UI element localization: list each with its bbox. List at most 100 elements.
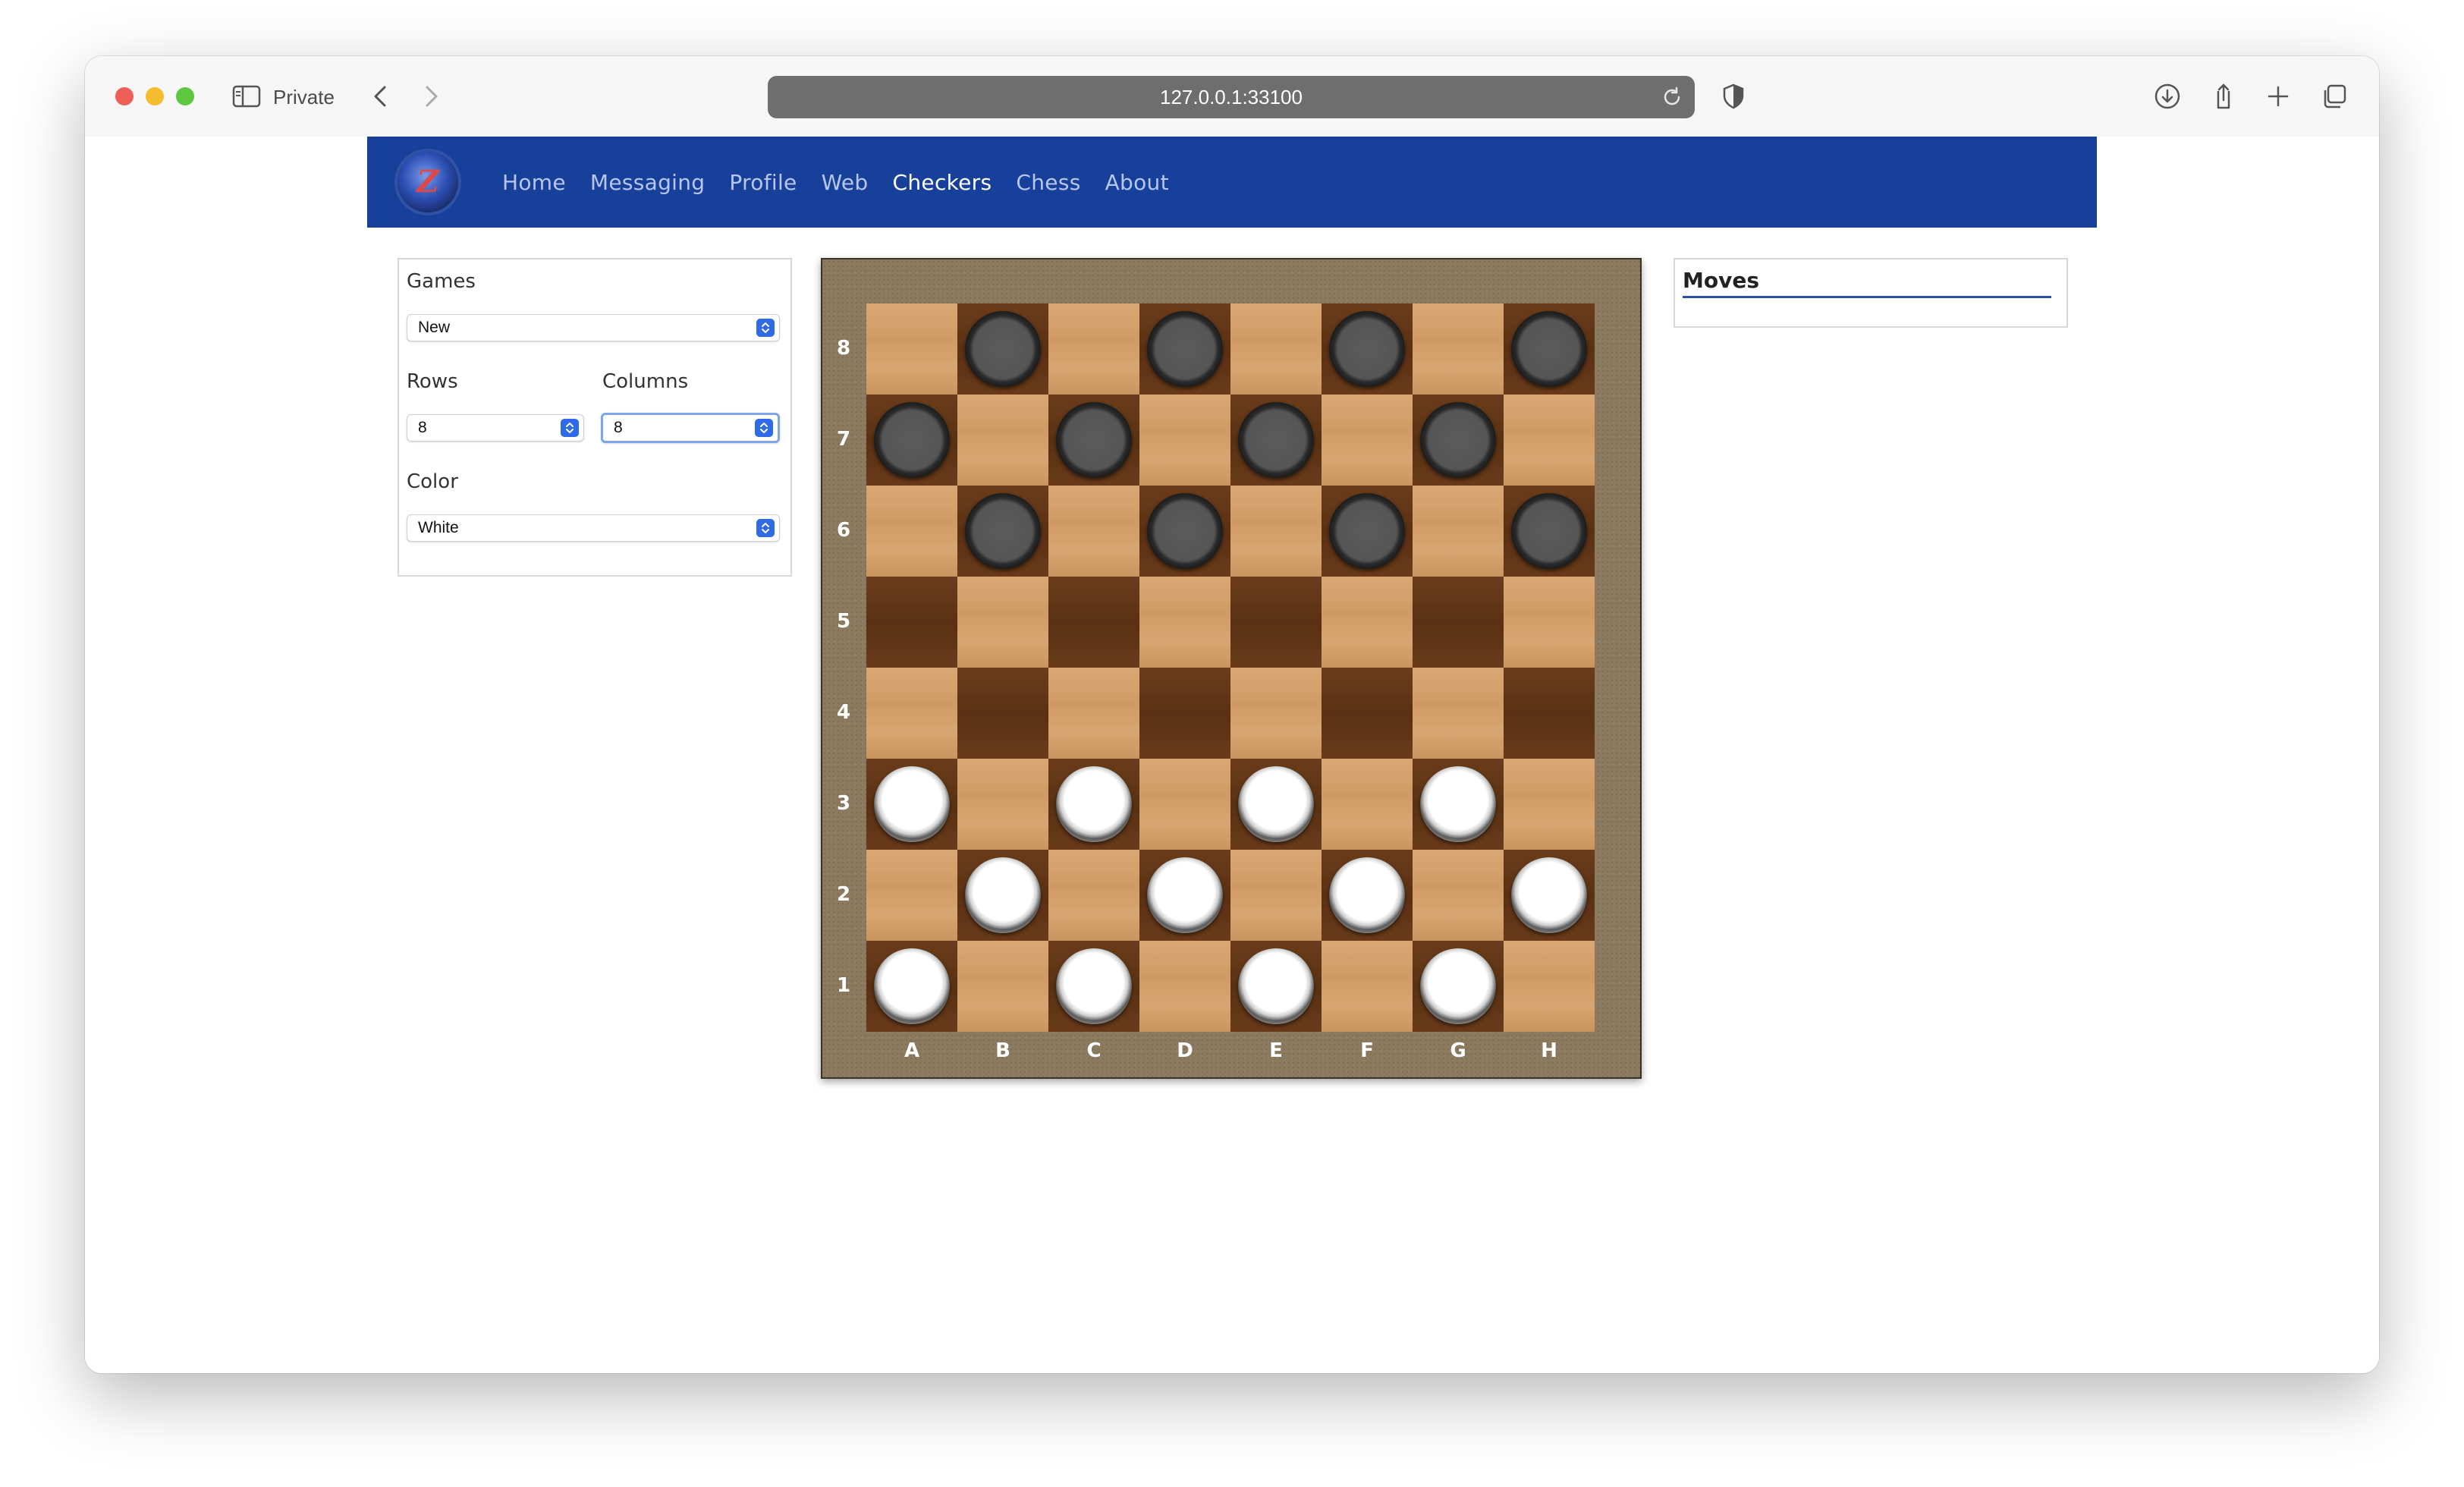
board-square-h5[interactable] xyxy=(1504,577,1595,668)
reload-icon[interactable] xyxy=(1660,85,1684,109)
zoom-window-button[interactable] xyxy=(176,87,194,105)
white-checker-piece[interactable] xyxy=(1420,948,1496,1024)
board-square-f8[interactable] xyxy=(1322,303,1413,395)
white-checker-piece[interactable] xyxy=(965,857,1041,933)
board-square-d8[interactable] xyxy=(1139,303,1230,395)
board-square-e7[interactable] xyxy=(1230,395,1322,486)
rows-select[interactable]: 8 xyxy=(407,414,584,442)
back-arrow-icon[interactable] xyxy=(363,79,398,114)
white-checker-piece[interactable] xyxy=(874,766,950,842)
board-square-h1[interactable] xyxy=(1504,941,1595,1032)
board-square-h8[interactable] xyxy=(1504,303,1595,395)
white-checker-piece[interactable] xyxy=(1420,766,1496,842)
black-checker-piece[interactable] xyxy=(1147,311,1223,387)
board-square-a6[interactable] xyxy=(866,486,957,577)
board-square-a4[interactable] xyxy=(866,668,957,759)
board-square-c3[interactable] xyxy=(1048,759,1139,850)
board-square-b7[interactable] xyxy=(957,395,1048,486)
white-checker-piece[interactable] xyxy=(1511,857,1587,933)
black-checker-piece[interactable] xyxy=(1511,311,1587,387)
nav-link-about[interactable]: About xyxy=(1105,170,1169,195)
board-square-e8[interactable] xyxy=(1230,303,1322,395)
board-square-g5[interactable] xyxy=(1413,577,1504,668)
games-select[interactable]: New xyxy=(407,314,780,341)
board-square-f5[interactable] xyxy=(1322,577,1413,668)
board-square-h6[interactable] xyxy=(1504,486,1595,577)
board-square-a5[interactable] xyxy=(866,577,957,668)
white-checker-piece[interactable] xyxy=(1329,857,1405,933)
board-square-h2[interactable] xyxy=(1504,850,1595,941)
board-square-e3[interactable] xyxy=(1230,759,1322,850)
black-checker-piece[interactable] xyxy=(1147,493,1223,569)
forward-arrow-icon[interactable] xyxy=(414,79,449,114)
board-square-f3[interactable] xyxy=(1322,759,1413,850)
board-square-b6[interactable] xyxy=(957,486,1048,577)
white-checker-piece[interactable] xyxy=(1147,857,1223,933)
black-checker-piece[interactable] xyxy=(1056,402,1132,478)
white-checker-piece[interactable] xyxy=(1238,766,1314,842)
site-logo[interactable]: Z xyxy=(398,152,458,212)
black-checker-piece[interactable] xyxy=(1420,402,1496,478)
board-square-b3[interactable] xyxy=(957,759,1048,850)
board-square-c6[interactable] xyxy=(1048,486,1139,577)
board-square-f4[interactable] xyxy=(1322,668,1413,759)
shield-icon[interactable] xyxy=(1716,79,1751,114)
white-checker-piece[interactable] xyxy=(1056,766,1132,842)
sidebar-toggle-icon[interactable] xyxy=(229,79,264,114)
close-window-button[interactable] xyxy=(115,87,134,105)
black-checker-piece[interactable] xyxy=(1329,493,1405,569)
board-square-d3[interactable] xyxy=(1139,759,1230,850)
board-square-g3[interactable] xyxy=(1413,759,1504,850)
black-checker-piece[interactable] xyxy=(874,402,950,478)
white-checker-piece[interactable] xyxy=(1238,948,1314,1024)
board-square-h7[interactable] xyxy=(1504,395,1595,486)
board-square-e1[interactable] xyxy=(1230,941,1322,1032)
board-square-h3[interactable] xyxy=(1504,759,1595,850)
board-square-d7[interactable] xyxy=(1139,395,1230,486)
board-square-b1[interactable] xyxy=(957,941,1048,1032)
board-square-b5[interactable] xyxy=(957,577,1048,668)
board-square-d5[interactable] xyxy=(1139,577,1230,668)
board-square-e4[interactable] xyxy=(1230,668,1322,759)
tab-overview-icon[interactable] xyxy=(2317,79,2352,114)
board-square-g8[interactable] xyxy=(1413,303,1504,395)
board-square-b2[interactable] xyxy=(957,850,1048,941)
board-square-f7[interactable] xyxy=(1322,395,1413,486)
board-square-g4[interactable] xyxy=(1413,668,1504,759)
nav-link-chess[interactable]: Chess xyxy=(1016,170,1080,195)
board-square-f2[interactable] xyxy=(1322,850,1413,941)
board-square-c7[interactable] xyxy=(1048,395,1139,486)
white-checker-piece[interactable] xyxy=(874,948,950,1024)
board-square-c1[interactable] xyxy=(1048,941,1139,1032)
board-square-g2[interactable] xyxy=(1413,850,1504,941)
board-square-g1[interactable] xyxy=(1413,941,1504,1032)
board-square-f6[interactable] xyxy=(1322,486,1413,577)
address-bar[interactable]: 127.0.0.1:33100 xyxy=(768,76,1695,118)
board-square-b8[interactable] xyxy=(957,303,1048,395)
board-square-a2[interactable] xyxy=(866,850,957,941)
board-square-a7[interactable] xyxy=(866,395,957,486)
board-square-c5[interactable] xyxy=(1048,577,1139,668)
board-square-e2[interactable] xyxy=(1230,850,1322,941)
board-square-c8[interactable] xyxy=(1048,303,1139,395)
board-square-g6[interactable] xyxy=(1413,486,1504,577)
board-square-g7[interactable] xyxy=(1413,395,1504,486)
black-checker-piece[interactable] xyxy=(1329,311,1405,387)
board-square-c4[interactable] xyxy=(1048,668,1139,759)
download-icon[interactable] xyxy=(2150,79,2185,114)
black-checker-piece[interactable] xyxy=(965,493,1041,569)
board-square-e5[interactable] xyxy=(1230,577,1322,668)
board-square-d6[interactable] xyxy=(1139,486,1230,577)
black-checker-piece[interactable] xyxy=(1238,402,1314,478)
board-square-b4[interactable] xyxy=(957,668,1048,759)
board-square-d4[interactable] xyxy=(1139,668,1230,759)
board-square-h4[interactable] xyxy=(1504,668,1595,759)
board-square-e6[interactable] xyxy=(1230,486,1322,577)
black-checker-piece[interactable] xyxy=(965,311,1041,387)
board-square-a1[interactable] xyxy=(866,941,957,1032)
nav-link-messaging[interactable]: Messaging xyxy=(590,170,706,195)
new-tab-icon[interactable] xyxy=(2261,79,2296,114)
board-square-d1[interactable] xyxy=(1139,941,1230,1032)
black-checker-piece[interactable] xyxy=(1511,493,1587,569)
nav-link-web[interactable]: Web xyxy=(822,170,869,195)
